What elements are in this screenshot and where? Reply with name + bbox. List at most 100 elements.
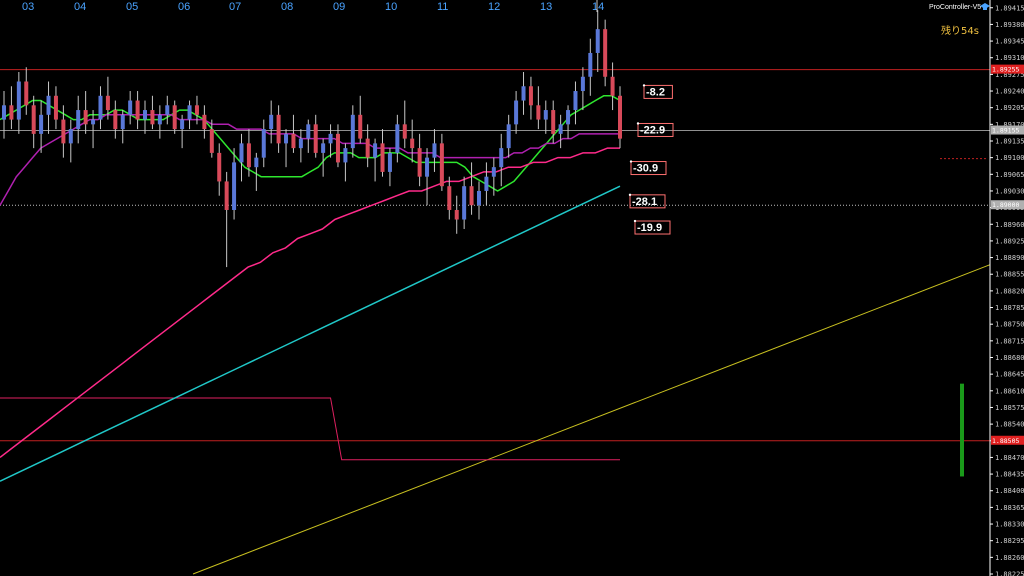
candle-body	[328, 133, 333, 144]
price-tick-label: 1.89240	[995, 88, 1024, 96]
price-tick-label: 1.88960	[995, 221, 1024, 229]
time-tick-label: 04	[74, 1, 86, 13]
price-tick-label: 1.88715	[995, 337, 1024, 345]
time-tick-label: 10	[385, 1, 397, 13]
candle-body	[514, 100, 519, 125]
candle-body	[321, 143, 326, 153]
candle-body	[410, 138, 415, 149]
candle-body	[68, 129, 73, 144]
value-label-dot	[636, 122, 640, 125]
price-tick-label: 1.88295	[995, 537, 1024, 545]
candle-body	[469, 186, 474, 206]
candle-body	[573, 91, 578, 111]
value-label-dot	[629, 160, 633, 163]
candle-body	[618, 95, 622, 139]
price-tick-label: 1.89100	[995, 154, 1024, 162]
candle-body	[105, 95, 110, 111]
price-tick-label: 1.89065	[995, 171, 1024, 179]
candle-body	[9, 105, 14, 120]
price-axis: 1.894151.893801.893451.893101.892751.892…	[989, 0, 1024, 576]
candle-body	[113, 110, 118, 130]
candle-body	[172, 105, 177, 130]
candle-body	[439, 143, 444, 187]
candle-body	[566, 110, 571, 125]
candle-body	[335, 133, 340, 163]
price-tick-label: 1.88785	[995, 304, 1024, 312]
candle-body	[39, 114, 44, 134]
candle-body	[135, 100, 140, 120]
time-tick-label: 03	[22, 1, 34, 13]
candle-body	[595, 29, 600, 53]
price-tick-label: 1.88400	[995, 487, 1024, 495]
candle-body	[580, 76, 585, 92]
price-tick-label: 1.88365	[995, 504, 1024, 512]
candle-body	[120, 114, 125, 130]
candle-body	[128, 100, 133, 115]
candle-body	[217, 152, 222, 182]
candle-body	[358, 114, 363, 139]
value-label-dot	[633, 219, 637, 223]
candle-body	[31, 105, 36, 134]
price-tick-label: 1.88680	[995, 354, 1024, 362]
price-chart[interactable]: -8.2 -22.9 -30.9 -28.1 -19.9 1.89415 1.89380 1…	[0, 0, 1024, 576]
candle-body	[387, 152, 392, 172]
time-tick-label: 12	[488, 1, 500, 13]
candle-body	[499, 148, 504, 168]
price-tick-label: 1.88435	[995, 471, 1024, 479]
candle-body	[425, 157, 430, 177]
bar-indicator-rect	[960, 383, 964, 477]
candle-body	[76, 110, 81, 130]
candle-body	[276, 114, 281, 144]
price-tick-label: 1.88820	[995, 287, 1024, 295]
candle-body	[143, 110, 148, 120]
candle-body	[150, 110, 155, 125]
candle-body	[313, 124, 318, 153]
cap-icon	[980, 3, 990, 10]
price-tick-label: 1.88750	[995, 321, 1024, 329]
candle-body	[610, 76, 615, 96]
candle-body	[402, 124, 407, 139]
price-tick-label: 1.88575	[995, 404, 1024, 412]
candle-body	[239, 143, 244, 163]
value-label: -30.9	[633, 163, 658, 175]
step-line	[0, 397, 620, 461]
candle-body	[373, 143, 378, 158]
candle-body	[454, 209, 459, 220]
candle-body	[209, 129, 214, 153]
value-label-dot	[628, 193, 632, 197]
time-tick-label: 08	[281, 1, 293, 13]
candle-body	[157, 114, 162, 125]
candle-body	[417, 148, 422, 177]
candle-body	[528, 86, 533, 106]
candle-body	[61, 119, 66, 144]
candle-body	[484, 176, 489, 191]
candle-body	[476, 190, 481, 206]
candle-body	[432, 143, 437, 158]
time-tick-label: 14	[592, 1, 604, 13]
price-tick-label: 1.88925	[995, 237, 1024, 245]
time-tick-label: 06	[178, 1, 190, 13]
bar-indicator	[960, 383, 964, 477]
candle-body	[521, 86, 526, 101]
price-tick-label: 1.89310	[995, 54, 1024, 62]
candle-body	[395, 124, 400, 153]
candle-body	[46, 95, 51, 115]
time-axis: 03 04 05 06 07 08 09 10 11 12 13 14	[22, 0, 604, 13]
candle-body	[269, 114, 274, 130]
indicator-title: ProController-V5	[929, 4, 981, 11]
candle-body	[506, 124, 511, 149]
candle-body	[24, 81, 29, 106]
horizontal-price-lines	[0, 69, 990, 442]
time-tick-label: 05	[126, 1, 138, 13]
series-sma_slow	[0, 147, 620, 458]
candle-body	[462, 186, 467, 220]
price-tick-label: 1.88330	[995, 521, 1024, 529]
value-labels: -8.2 -22.9 -30.9 -28.1 -19.9	[628, 84, 674, 235]
trendline	[192, 264, 991, 575]
value-label: -19.9	[637, 222, 662, 234]
value-label: -22.9	[640, 124, 665, 136]
price-tag-label: 1.89000	[992, 201, 1019, 209]
candle-body	[83, 110, 88, 125]
candle-body	[291, 133, 296, 149]
price-tick-label: 1.89345	[995, 38, 1024, 46]
